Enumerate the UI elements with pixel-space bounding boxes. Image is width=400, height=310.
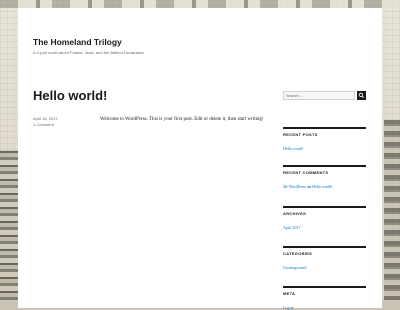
comment-post-link[interactable]: Hello world! bbox=[312, 184, 333, 189]
widget-divider bbox=[283, 127, 366, 129]
background-image-strip-right bbox=[384, 120, 400, 300]
search-icon bbox=[357, 91, 366, 100]
widget-heading-categories: Categories bbox=[283, 251, 313, 256]
search-input[interactable] bbox=[283, 91, 355, 100]
comment-author-link[interactable]: Mr WordPress bbox=[283, 184, 306, 189]
widget-heading-meta: Meta bbox=[283, 291, 296, 296]
widget-meta: Meta Log in bbox=[283, 286, 366, 310]
post-content: Welcome to WordPress. This is your first… bbox=[100, 117, 264, 122]
comment-connector-text: on bbox=[307, 184, 312, 189]
archive-link[interactable]: April 2017 bbox=[283, 225, 366, 230]
widget-recent-posts: Recent Posts Hello world! bbox=[283, 127, 366, 151]
background-image-strip-top bbox=[0, 0, 400, 8]
widget-divider bbox=[283, 206, 366, 208]
widget-divider bbox=[283, 246, 366, 248]
widget-heading-recent-comments: Recent Comments bbox=[283, 170, 329, 175]
post-comments-link[interactable]: 1 Comment bbox=[33, 122, 54, 127]
site-container: The Homeland Trilogy A 4-part novel abou… bbox=[18, 8, 382, 310]
category-link[interactable]: Uncategorized bbox=[283, 265, 366, 270]
widget-categories: Categories Uncategorized bbox=[283, 246, 366, 270]
widget-archives: Archives April 2017 bbox=[283, 206, 366, 230]
search-button[interactable] bbox=[357, 91, 366, 100]
widget-heading-recent-posts: Recent Posts bbox=[283, 132, 318, 137]
post-date-link[interactable]: April 18, 2017 bbox=[33, 116, 58, 121]
recent-post-link[interactable]: Hello world! bbox=[283, 146, 366, 151]
site-title[interactable]: The Homeland Trilogy bbox=[33, 37, 122, 47]
widget-divider bbox=[283, 286, 366, 288]
site-description: A 4-part novel about Poland, Jews, and t… bbox=[33, 50, 145, 55]
background-image-strip-left bbox=[0, 150, 18, 300]
meta-login-link[interactable]: Log in bbox=[283, 305, 366, 310]
post-title[interactable]: Hello world! bbox=[33, 88, 107, 103]
widget-recent-comments: Recent Comments Mr WordPress on Hello wo… bbox=[283, 165, 366, 189]
recent-comment-entry: Mr WordPress on Hello world! bbox=[283, 184, 366, 189]
widget-divider bbox=[283, 165, 366, 167]
widget-heading-archives: Archives bbox=[283, 211, 307, 216]
